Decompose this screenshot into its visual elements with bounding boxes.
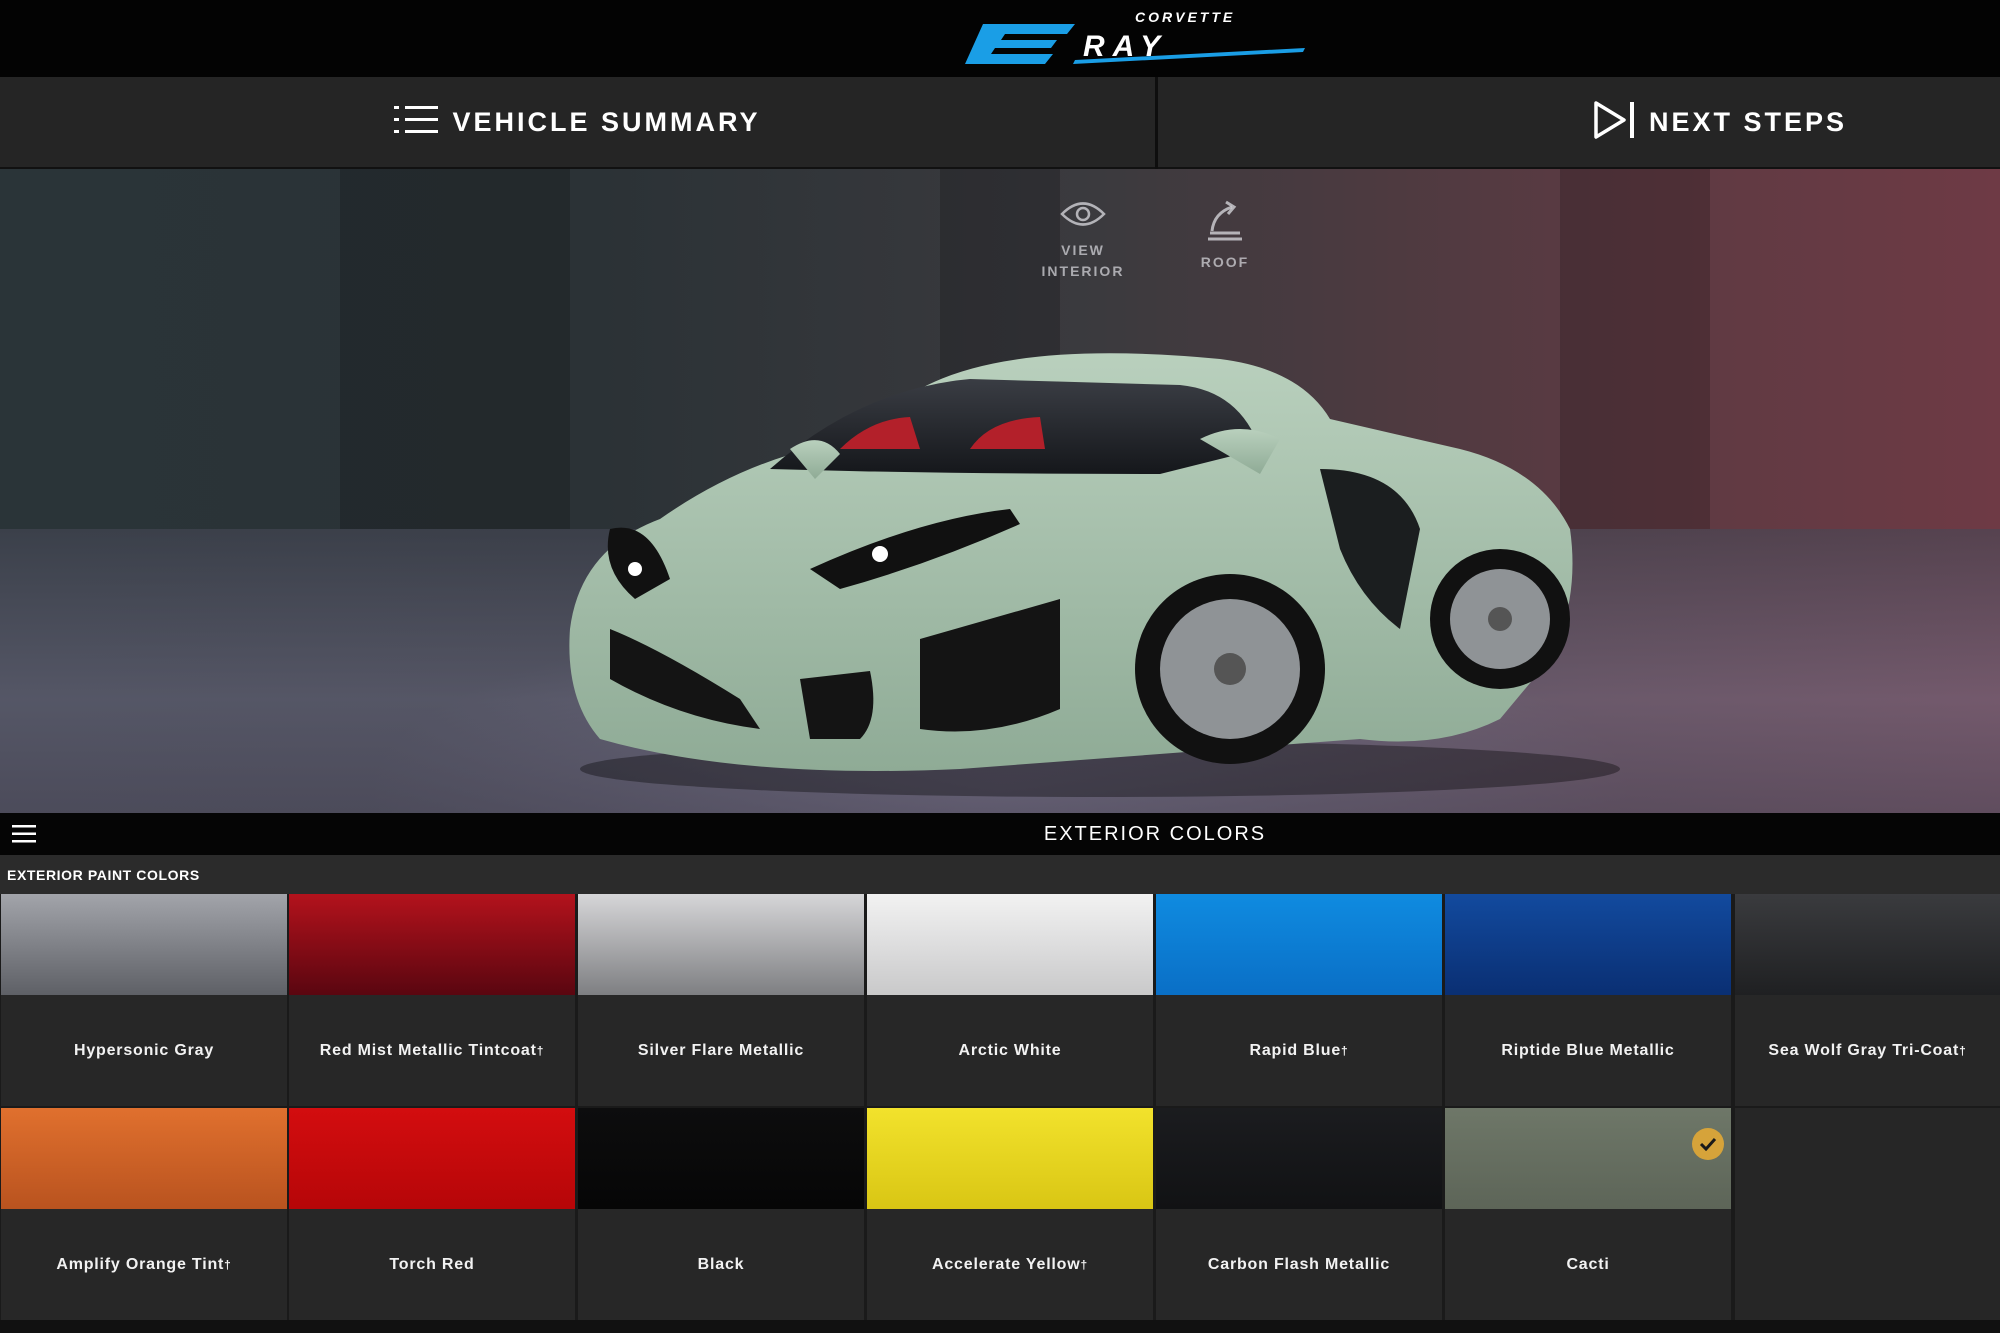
color-name-text: Arctic White <box>958 1041 1062 1059</box>
color-name-text: Cacti <box>1566 1255 1610 1273</box>
color-swatch[interactable]: Silver Flare Metallic <box>578 894 864 1106</box>
color-chip <box>1 894 287 995</box>
roof-label: ROOF <box>1200 254 1250 270</box>
subsection-label: EXTERIOR PAINT COLORS <box>7 867 200 883</box>
color-name-text: Hypersonic Gray <box>73 1041 215 1059</box>
color-name-text: Rapid Blue <box>1249 1041 1342 1059</box>
color-name: Red Mist Metallic Tintcoat † <box>289 995 575 1106</box>
color-name: Riptide Blue Metallic <box>1445 995 1731 1106</box>
color-chip <box>1445 894 1731 995</box>
color-swatch[interactable]: Riptide Blue Metallic <box>1445 894 1731 1106</box>
color-name: Black <box>578 1209 864 1320</box>
color-chip <box>867 1108 1153 1209</box>
view-interior-button[interactable]: VIEW INTERIOR <box>1028 199 1138 282</box>
vehicle-viewer[interactable]: VIEW INTERIOR ROOF <box>0 169 2000 813</box>
bottom-edge <box>0 1320 2000 1333</box>
color-swatch[interactable]: Sea Wolf Gray Tri-Coat † <box>1735 894 2000 1106</box>
color-name-text: Silver Flare Metallic <box>637 1041 805 1059</box>
color-chip <box>578 894 864 995</box>
color-swatch[interactable]: Cacti <box>1445 1108 1731 1320</box>
color-name-text: Amplify Orange Tint <box>56 1255 225 1273</box>
color-name-text: Sea Wolf Gray Tri-Coat <box>1768 1041 1960 1059</box>
color-swatch[interactable]: Hypersonic Gray <box>1 894 287 1106</box>
logo-top-text: CORVETTE <box>1135 9 1235 25</box>
color-chip <box>1 1108 287 1209</box>
e-ray-logo: CORVETTE RAY <box>965 9 1305 64</box>
color-swatch[interactable]: Carbon Flash Metallic <box>1156 1108 1442 1320</box>
vehicle-summary-label: VEHICLE SUMMARY <box>452 106 761 137</box>
color-name: Torch Red <box>289 1209 575 1320</box>
backdrop-pillar <box>340 169 570 529</box>
color-name: Arctic White <box>867 995 1153 1106</box>
section-header: EXTERIOR COLORS <box>0 813 2000 855</box>
color-swatch[interactable]: Amplify Orange Tint † <box>1 1108 287 1320</box>
color-swatch[interactable]: Torch Red <box>289 1108 575 1320</box>
vehicle-summary-button[interactable]: VEHICLE SUMMARY <box>0 77 1155 167</box>
color-name: Accelerate Yellow † <box>867 1209 1153 1320</box>
dagger-mark: † <box>1341 1043 1349 1058</box>
color-swatch[interactable]: Accelerate Yellow † <box>867 1108 1153 1320</box>
color-name-text: Red Mist Metallic Tintcoat <box>319 1041 537 1059</box>
dagger-mark: † <box>1080 1257 1088 1272</box>
play-bar-icon <box>1593 100 1637 145</box>
color-name: Sea Wolf Gray Tri-Coat † <box>1735 995 2000 1106</box>
empty-grid-cell <box>1735 1108 2000 1320</box>
color-name-text: Accelerate Yellow <box>932 1255 1081 1273</box>
color-chip <box>1156 1108 1442 1209</box>
vehicle-render[interactable] <box>540 299 1640 799</box>
selected-check-icon <box>1692 1128 1724 1160</box>
color-name: Carbon Flash Metallic <box>1156 1209 1442 1320</box>
color-chip <box>289 894 575 995</box>
color-chip <box>1735 894 2000 995</box>
section-title: EXTERIOR COLORS <box>1043 823 1267 845</box>
color-chip <box>578 1108 864 1209</box>
dagger-mark: † <box>1959 1043 1967 1058</box>
color-swatch[interactable]: Rapid Blue † <box>1156 894 1442 1106</box>
list-icon <box>394 104 439 141</box>
color-chip <box>289 1108 575 1209</box>
eye-icon <box>1060 199 1106 234</box>
subsection-header: EXTERIOR PAINT COLORS <box>0 855 2000 894</box>
color-name-text: Carbon Flash Metallic <box>1207 1255 1391 1273</box>
roof-lift-icon <box>1202 199 1248 246</box>
color-name-text: Black <box>697 1255 745 1273</box>
color-swatch[interactable]: Red Mist Metallic Tintcoat † <box>289 894 575 1106</box>
color-name: Amplify Orange Tint † <box>1 1209 287 1320</box>
color-name: Hypersonic Gray <box>1 995 287 1106</box>
brand-header: CORVETTE RAY <box>0 0 2000 77</box>
color-chip <box>867 894 1153 995</box>
color-name-text: Riptide Blue Metallic <box>1501 1041 1675 1059</box>
color-chip <box>1445 1108 1731 1209</box>
color-name-text: Torch Red <box>389 1255 475 1273</box>
view-interior-label: VIEW INTERIOR <box>1041 242 1125 279</box>
color-swatch[interactable]: Arctic White <box>867 894 1153 1106</box>
roof-button[interactable]: ROOF <box>1170 199 1280 273</box>
dagger-mark: † <box>224 1257 232 1272</box>
color-swatch[interactable]: Black <box>578 1108 864 1320</box>
next-steps-button[interactable]: NEXT STEPS <box>1158 77 2000 167</box>
section-title-wrap: EXTERIOR COLORS <box>0 823 2000 846</box>
color-chip <box>1156 894 1442 995</box>
color-swatch-grid: Hypersonic Gray Red Mist Metallic Tintcoa… <box>0 894 2000 1333</box>
color-name: Silver Flare Metallic <box>578 995 864 1106</box>
dagger-mark: † <box>536 1043 545 1058</box>
color-name: Cacti <box>1445 1209 1731 1320</box>
top-navigation: VEHICLE SUMMARY NEXT STEPS <box>0 77 2000 169</box>
color-name: Rapid Blue † <box>1156 995 1442 1106</box>
next-steps-label: NEXT STEPS <box>1648 106 1847 137</box>
